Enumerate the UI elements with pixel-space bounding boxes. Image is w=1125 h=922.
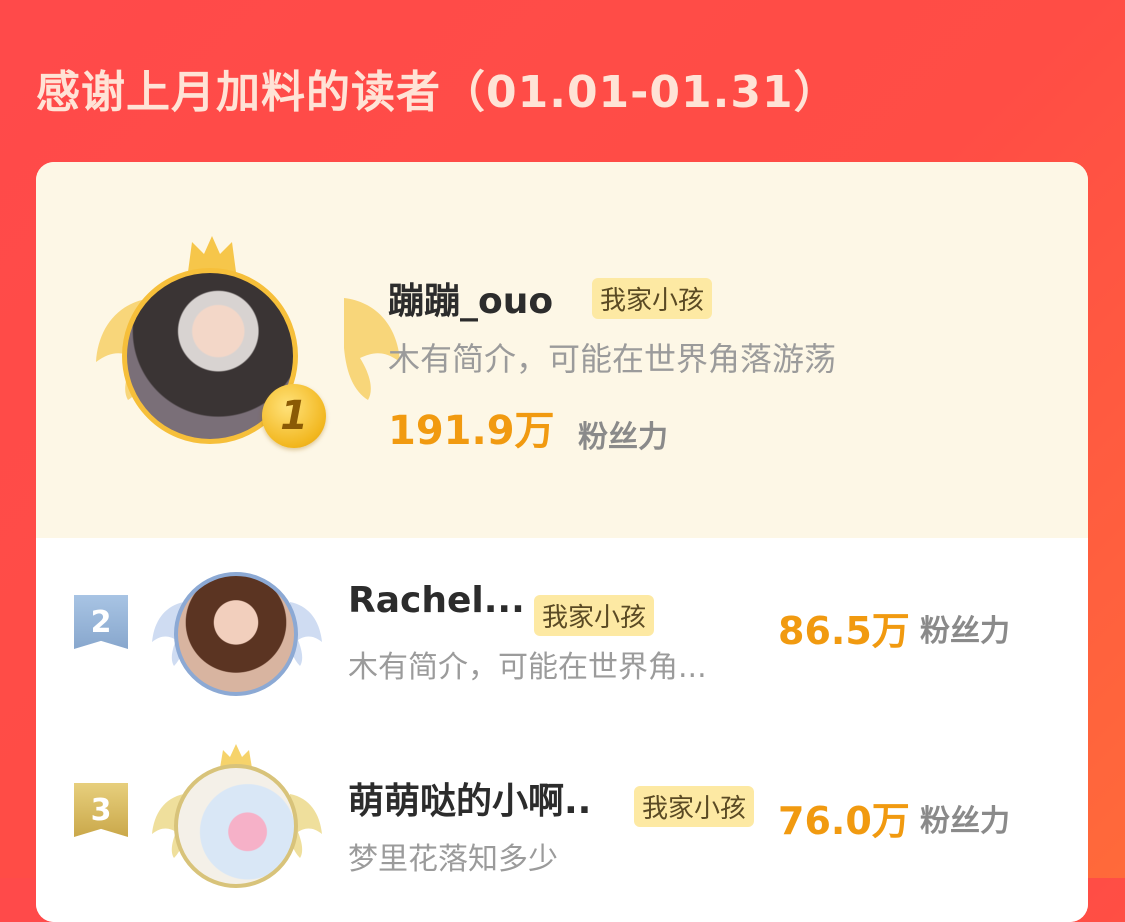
status-badge: 我家小孩 [592,278,713,319]
avatar[interactable] [174,764,298,888]
reader-name[interactable]: 蹦蹦_ouo [388,272,553,324]
reader-name[interactable]: 萌萌哒的小啊.. [348,772,591,824]
fan-power-label: 粉丝力 [920,614,1010,649]
top-reader-row[interactable]: 1 蹦蹦_ouo 我家小孩 木有简介，可能在世界角落游荡 191.9万 粉丝力 [36,162,1088,538]
rank-badge: 3 [74,783,128,837]
rank-badge: 2 [74,595,128,649]
reader-bio: 梦里花落知多少 [348,842,558,877]
fan-power-label: 粉丝力 [578,420,668,455]
fan-power-label: 粉丝力 [920,804,1010,839]
avatar[interactable] [174,572,298,696]
fan-power-value: 191.9万 [388,408,555,454]
reader-bio: 木有简介，可能在世界角... [348,650,707,685]
page-title: 感谢上月加料的读者（01.01-01.31） [36,67,839,118]
fan-power-value: 86.5万 [778,609,910,653]
reader-name[interactable]: Rachel... [348,580,525,621]
status-badge: 我家小孩 [634,786,755,827]
rank-1-medal: 1 [262,384,326,448]
reader-bio: 木有简介，可能在世界角落游荡 [388,340,837,378]
reader-list: 2 Rachel... 我家小孩 木有简介，可能在世界角... 86.5万 粉丝… [36,538,1088,922]
status-badge: 我家小孩 [534,595,655,636]
leaderboard-card: 1 蹦蹦_ouo 我家小孩 木有简介，可能在世界角落游荡 191.9万 粉丝力 … [36,162,1088,922]
fan-power-value: 76.0万 [778,799,910,843]
